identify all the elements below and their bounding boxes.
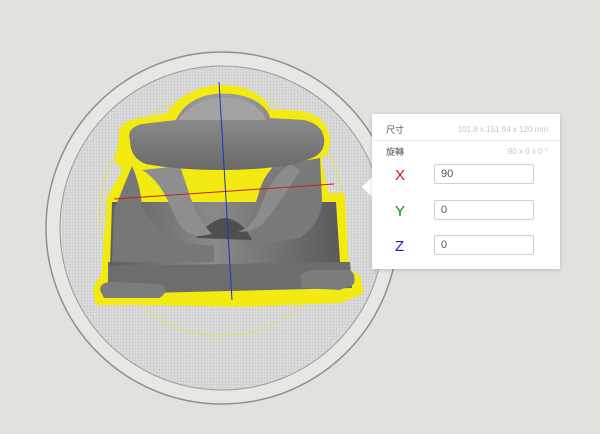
- rotate-z-row: Z: [372, 235, 560, 259]
- rotate-value: 90 x 0 x 0 °: [507, 147, 548, 156]
- z-axis-label: Z: [395, 238, 405, 255]
- size-label: 尺寸: [386, 125, 405, 135]
- rotate-z-input[interactable]: [434, 235, 534, 255]
- y-axis-label: Y: [395, 203, 406, 220]
- rotate-y-row: Y: [372, 200, 560, 224]
- rotate-label: 旋轉: [386, 147, 405, 157]
- x-axis-label: X: [395, 167, 406, 184]
- rotate-y-input[interactable]: [434, 200, 534, 220]
- rotate-x-row: X: [372, 164, 560, 188]
- 3d-viewport[interactable]: 尺寸 101.8 x 151.94 x 120 mm 旋轉 90 x 0 x 0…: [0, 0, 600, 434]
- size-row: 尺寸 101.8 x 151.94 x 120 mm: [372, 120, 560, 141]
- transform-panel: 尺寸 101.8 x 151.94 x 120 mm 旋轉 90 x 0 x 0…: [372, 114, 560, 269]
- rotate-x-input[interactable]: [434, 164, 534, 184]
- size-value: 101.8 x 151.94 x 120 mm: [457, 125, 548, 134]
- rotate-row: 旋轉 90 x 0 x 0 °: [372, 142, 560, 162]
